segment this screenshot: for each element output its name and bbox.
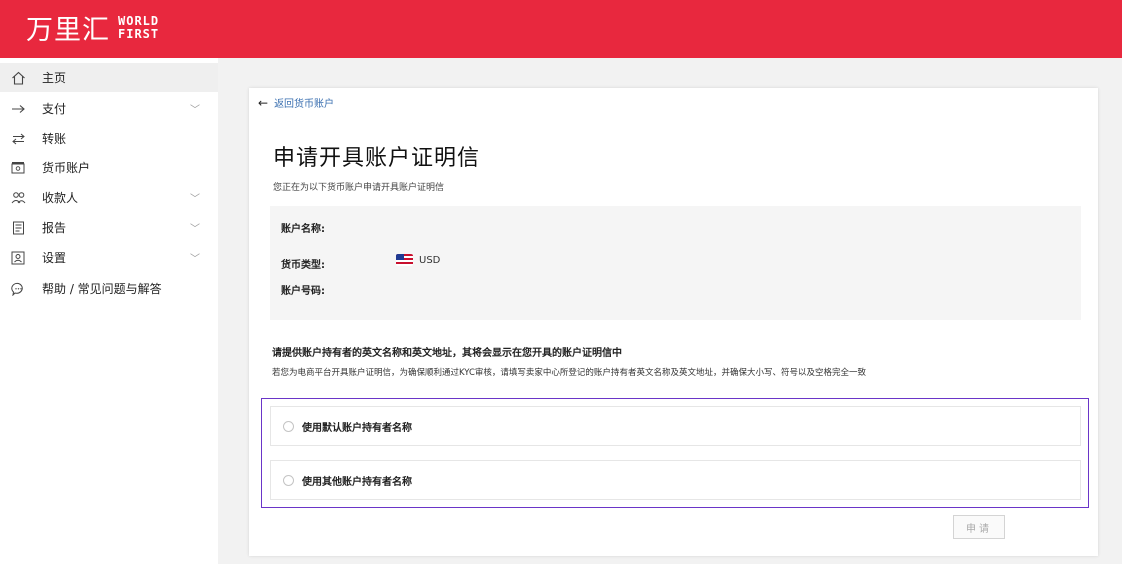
settings-icon xyxy=(10,250,26,266)
sidebar-item-label: 主页 xyxy=(42,71,67,85)
top-bar: 万里汇 WORLD FIRST xyxy=(0,0,1122,58)
logo-chinese-text: 万里汇 xyxy=(26,15,110,46)
us-flag-icon xyxy=(396,254,413,266)
option-label: 使用默认账户持有者名称 xyxy=(302,422,412,434)
help-icon xyxy=(10,281,26,297)
people-icon xyxy=(10,190,26,206)
sidebar-item-transfer[interactable]: 转账 xyxy=(0,124,218,153)
option-label: 使用其他账户持有者名称 xyxy=(302,476,412,488)
apply-button[interactable]: 申请 xyxy=(953,515,1005,539)
holder-section-note: 若您为电商平台开具账户证明信，为确保顺利通过KYC审核，请填写卖家中心所登记的账… xyxy=(272,368,866,378)
sidebar-item-home[interactable]: 主页 xyxy=(0,63,218,92)
logo-english-text: WORLD FIRST xyxy=(118,13,160,41)
back-link[interactable]: ← 返回货币账户 xyxy=(258,95,335,111)
holder-section-title: 请提供账户持有者的英文名称和英文地址，其将会显示在您开具的账户证明信中 xyxy=(272,348,622,359)
currency-type-label: 货币类型: xyxy=(281,260,325,271)
wallet-icon xyxy=(10,160,26,176)
account-number-label: 账户号码: xyxy=(281,286,325,297)
currency-code: USD xyxy=(419,254,441,266)
sidebar-item-help[interactable]: 帮助 / 常见问题与解答 xyxy=(0,274,218,303)
sidebar-item-settings[interactable]: 设置 ﹀ xyxy=(0,243,218,272)
sidebar-item-reports[interactable]: 报告 ﹀ xyxy=(0,213,218,242)
radio-button[interactable] xyxy=(283,474,294,486)
currency-value: USD xyxy=(396,254,440,266)
option-other-holder-name[interactable]: 使用其他账户持有者名称 xyxy=(270,460,1081,500)
transfer-icon xyxy=(10,131,26,147)
arrow-right-icon xyxy=(10,101,26,117)
option-default-holder-name[interactable]: 使用默认账户持有者名称 xyxy=(270,406,1081,446)
page-subtitle: 您正在为以下货币账户申请开具账户证明信 xyxy=(273,183,445,193)
sidebar-item-label: 设置 xyxy=(42,251,67,265)
chevron-down-icon: ﹀ xyxy=(190,254,200,265)
sidebar-item-label: 帮助 / 常见问题与解答 xyxy=(42,282,162,296)
sidebar-nav: 主页 支付 ﹀ 转账 货币账户 收款人 ﹀ 报告 ﹀ 设置 ﹀ 帮助 / 常见问… xyxy=(0,58,218,564)
page-title: 申请开具账户证明信 xyxy=(273,146,481,171)
sidebar-item-label: 转账 xyxy=(42,132,67,146)
arrow-left-icon: ← xyxy=(258,95,269,110)
account-name-label: 账户名称: xyxy=(281,224,325,235)
chevron-down-icon: ﹀ xyxy=(190,105,200,116)
chevron-down-icon: ﹀ xyxy=(190,194,200,205)
worldfirst-logo[interactable]: 万里汇 WORLD FIRST xyxy=(26,8,159,47)
back-link-label: 返回货币账户 xyxy=(274,99,335,110)
sidebar-item-label: 收款人 xyxy=(42,191,79,205)
home-icon xyxy=(10,70,26,86)
radio-button[interactable] xyxy=(283,420,294,432)
sidebar-item-payments[interactable]: 支付 ﹀ xyxy=(0,94,218,123)
report-icon xyxy=(10,220,26,236)
sidebar-item-label: 支付 xyxy=(42,102,67,116)
chevron-down-icon: ﹀ xyxy=(190,224,200,235)
sidebar-item-currency-accounts[interactable]: 货币账户 xyxy=(0,153,218,182)
sidebar-item-label: 报告 xyxy=(42,221,67,235)
account-info-box xyxy=(270,206,1081,320)
sidebar-item-label: 货币账户 xyxy=(42,161,91,175)
sidebar-item-recipients[interactable]: 收款人 ﹀ xyxy=(0,183,218,212)
